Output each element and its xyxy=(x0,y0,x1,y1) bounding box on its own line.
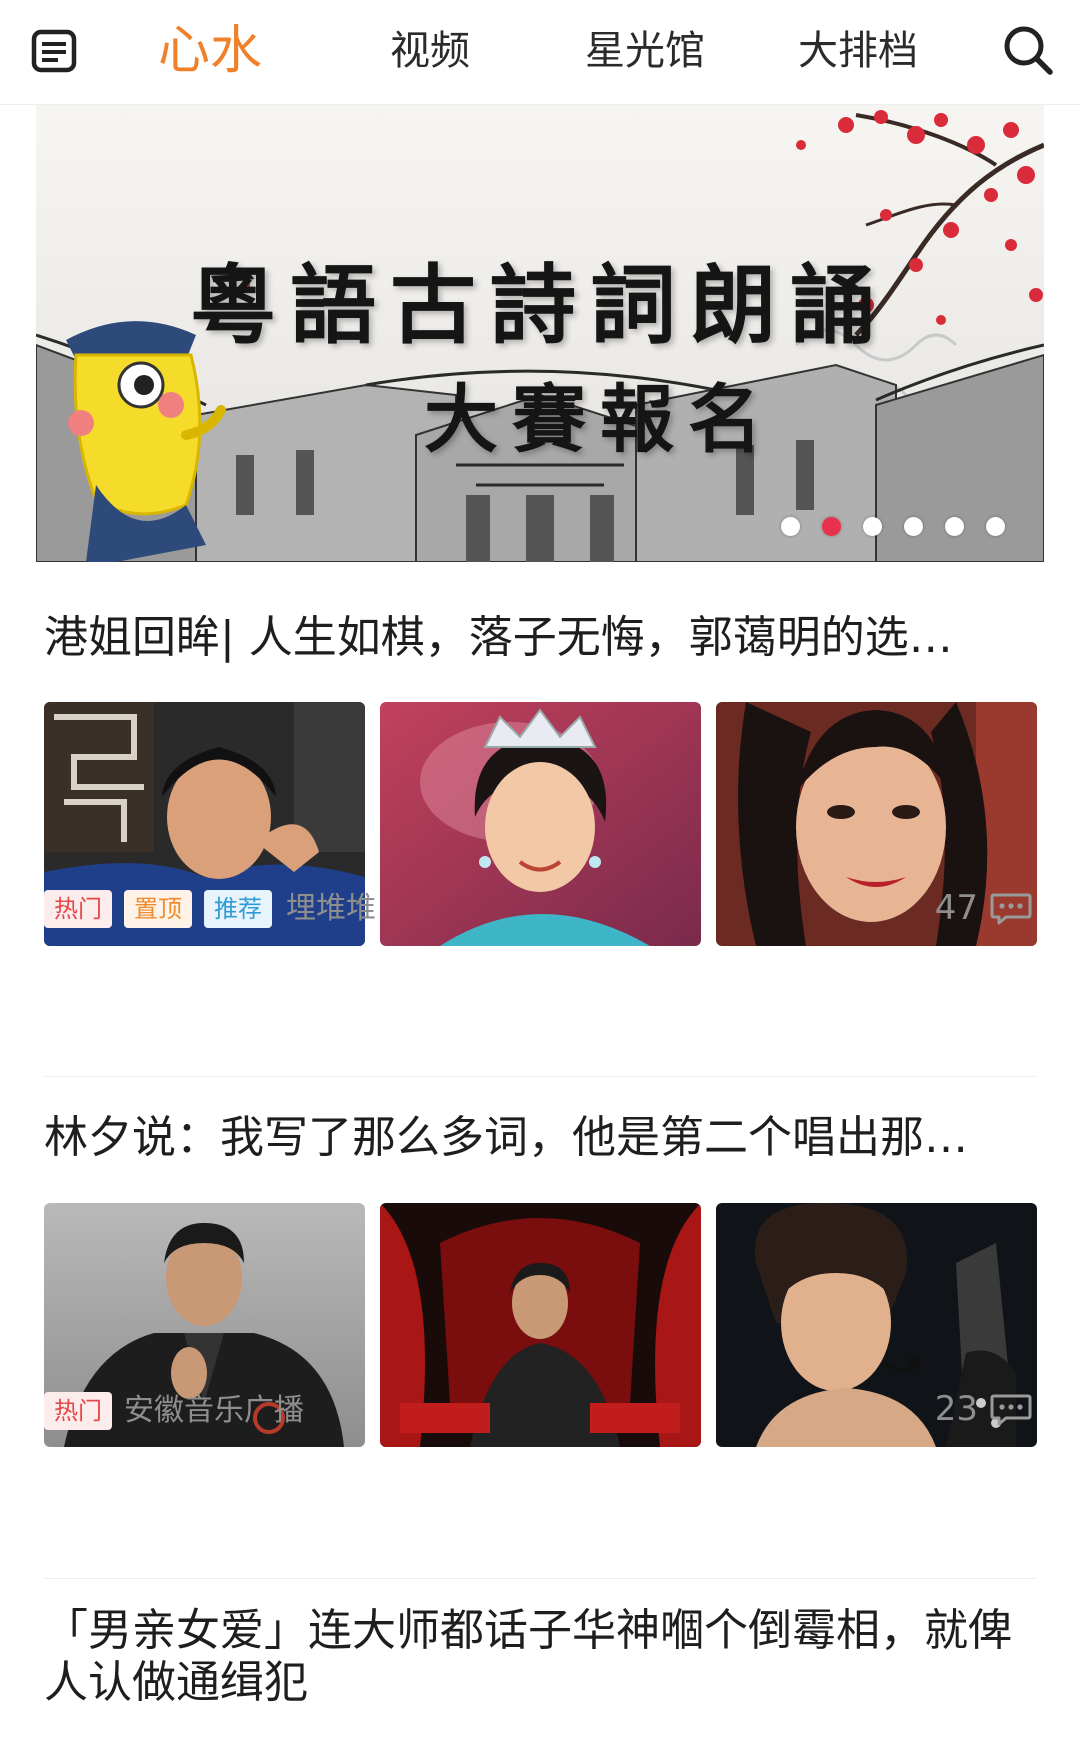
banner-title-line2: 大賽報名 xyxy=(424,377,776,463)
article-title[interactable]: 「男亲女爱」连大师都话子华神嗰个倒霉相，就俾人认做通缉犯 xyxy=(44,1605,1034,1709)
tag-hot: 热门 xyxy=(44,1392,112,1430)
article-source[interactable]: 埋堆堆 xyxy=(286,890,376,928)
search-icon[interactable] xyxy=(1000,22,1056,78)
comment-icon[interactable] xyxy=(990,1393,1032,1427)
article-thumbnail[interactable] xyxy=(716,702,1037,946)
carousel-dot[interactable] xyxy=(781,517,800,536)
carousel-dot-active[interactable] xyxy=(822,517,841,536)
comment-count: 23 xyxy=(934,1389,978,1429)
news-list-icon[interactable] xyxy=(30,26,80,76)
feed-divider xyxy=(44,1076,1036,1077)
carousel-dot[interactable] xyxy=(904,517,923,536)
promo-banner[interactable]: 粵語古詩詞朗誦 大賽報名 xyxy=(36,105,1044,562)
article-title[interactable]: 林夕说：我写了那么多词，他是第二个唱出那… xyxy=(44,1112,1034,1164)
comment-count: 47 xyxy=(934,888,978,928)
tag-pinned: 置顶 xyxy=(124,890,192,928)
article-source[interactable]: 安徽音乐广播 xyxy=(124,1392,304,1430)
banner-title-line1: 粵語古詩詞朗誦 xyxy=(190,255,890,356)
tab-star-hall[interactable]: 星光馆 xyxy=(585,16,705,86)
article-thumbnail[interactable] xyxy=(716,1203,1037,1447)
comment-icon[interactable] xyxy=(990,892,1032,926)
feed-divider xyxy=(44,1578,1036,1579)
tab-video[interactable]: 视频 xyxy=(390,16,470,86)
tab-food-stall[interactable]: 大排档 xyxy=(798,16,918,86)
tag-hot: 热门 xyxy=(44,890,112,928)
tab-xinshui[interactable]: 心水 xyxy=(158,16,262,86)
carousel-dot[interactable] xyxy=(945,517,964,536)
article-title[interactable]: 港姐回眸| 人生如棋，落子无悔，郭蔼明的选… xyxy=(44,612,1034,664)
top-nav-bar: 心水 视频 星光馆 大排档 xyxy=(0,0,1080,105)
article-meta: 热门 置顶 推荐 埋堆堆 xyxy=(44,890,644,934)
article-meta: 热门 安徽音乐广播 xyxy=(44,1392,644,1436)
carousel-dot[interactable] xyxy=(863,517,882,536)
carousel-dot[interactable] xyxy=(986,517,1005,536)
tag-recommended: 推荐 xyxy=(204,890,272,928)
